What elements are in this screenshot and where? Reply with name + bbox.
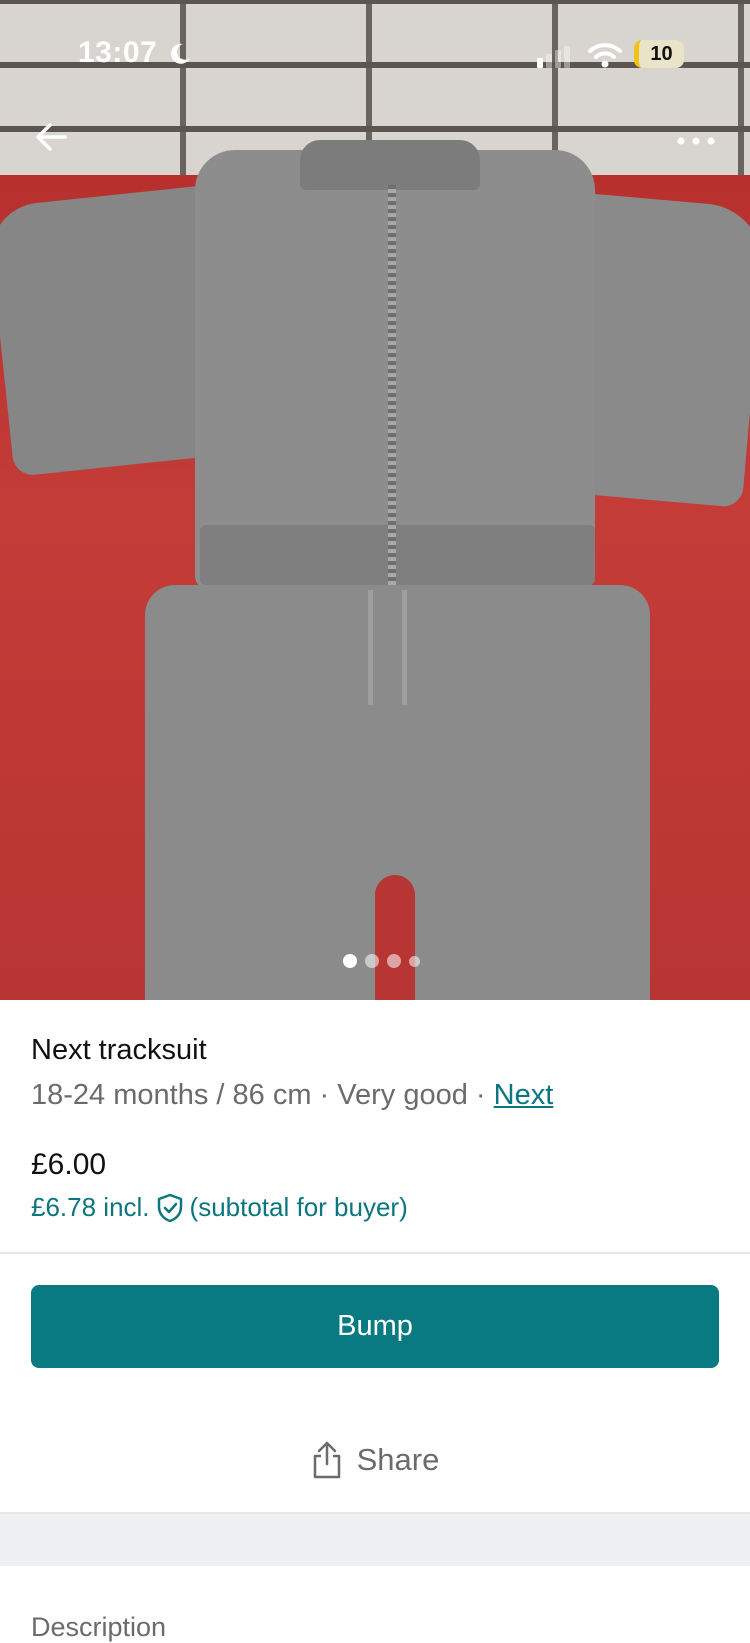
drawstring-right	[402, 590, 407, 705]
item-photo[interactable]	[0, 0, 750, 1000]
back-arrow-icon[interactable]	[34, 120, 68, 154]
item-meta: 18-24 months / 86 cm · Very good · Next	[31, 1079, 721, 1112]
jacket-collar	[300, 140, 480, 190]
pagination-dot[interactable]	[409, 955, 420, 967]
pagination-dot[interactable]	[387, 954, 401, 968]
moon-icon	[170, 43, 190, 64]
buyer-price: £6.78 incl.	[31, 1192, 150, 1222]
photo-pagination[interactable]	[343, 954, 420, 968]
item-size: 18-24 months / 86 cm	[31, 1079, 312, 1111]
pagination-dot[interactable]	[365, 954, 379, 968]
item-title: Next tracksuit	[31, 1034, 207, 1066]
status-time: 13:07	[78, 36, 158, 69]
description-heading: Description	[31, 1612, 167, 1642]
buyer-price-note: (subtotal for buyer)	[189, 1192, 408, 1222]
share-label: Share	[356, 1442, 440, 1477]
shield-check-icon[interactable]	[156, 1193, 184, 1223]
more-options-icon[interactable]	[676, 136, 716, 146]
item-details: Next tracksuit 18-24 months / 86 cm · Ve…	[31, 1034, 721, 1223]
item-price: £6.00	[31, 1148, 107, 1181]
share-button[interactable]: Share	[0, 1430, 750, 1490]
bump-button[interactable]: Bump	[31, 1285, 719, 1368]
divider	[0, 1252, 750, 1254]
signal-icon	[537, 46, 570, 68]
section-separator	[0, 1514, 750, 1566]
jacket-zipper	[388, 185, 396, 585]
item-condition: Very good	[337, 1079, 468, 1111]
wifi-icon	[588, 43, 622, 68]
pagination-dot-active[interactable]	[343, 954, 357, 968]
jacket-hem	[200, 525, 595, 585]
brand-link[interactable]: Next	[494, 1079, 554, 1111]
buyer-price-row[interactable]: £6.78 incl. (subtotal for buyer)	[31, 1192, 721, 1223]
meta-separator: ·	[467, 1079, 494, 1111]
drawstring-left	[368, 590, 373, 705]
pants-leg-gap	[375, 875, 415, 1000]
share-icon	[313, 1441, 340, 1479]
meta-separator: ·	[311, 1079, 338, 1111]
battery-indicator: 10	[634, 40, 684, 68]
